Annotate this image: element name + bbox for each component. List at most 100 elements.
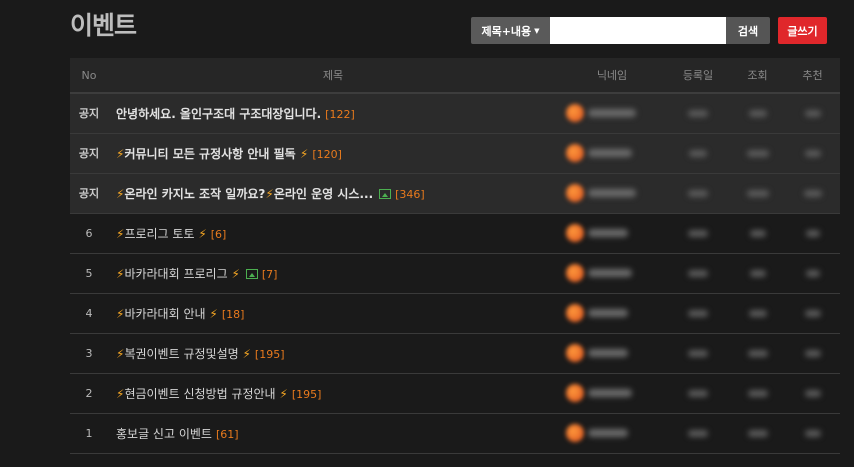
search-bar: 제목+내용 ▼ 검색	[471, 17, 770, 44]
nickname-cell[interactable]	[558, 373, 666, 414]
blurred-nickname	[588, 389, 632, 397]
comment-count[interactable]: [120]	[312, 148, 342, 161]
post-number: 공지	[70, 133, 108, 174]
post-link[interactable]: ⚡바카라대회 안내 ⚡	[116, 307, 218, 321]
chevron-down-icon: ▼	[534, 26, 540, 35]
nickname-cell[interactable]	[558, 413, 666, 454]
blurred-date	[688, 230, 708, 237]
blurred-nickname	[588, 309, 628, 317]
post-link[interactable]: ⚡바카라대회 프로리그 ⚡	[116, 267, 240, 281]
blurred-date	[688, 430, 708, 437]
blurred-views	[748, 110, 767, 118]
search-button[interactable]: 검색	[726, 17, 770, 44]
post-title: 바카라대회 프로리그	[124, 266, 228, 281]
image-attachment-icon	[379, 188, 392, 199]
avatar	[566, 424, 584, 442]
post-link[interactable]: ⚡프로리그 토토 ⚡	[116, 227, 207, 241]
comment-count[interactable]: [195]	[292, 388, 322, 401]
header-views: 조회	[730, 58, 785, 94]
post-title: 온라인 카지노 조작 일까요?	[124, 186, 266, 201]
views-cell	[730, 293, 785, 334]
post-number: 4	[70, 293, 108, 334]
recommend-cell	[785, 293, 840, 334]
blurred-recommend	[805, 230, 820, 237]
subject-cell: ⚡프로리그 토토 ⚡ [6]	[108, 213, 558, 254]
views-cell	[730, 413, 785, 454]
date-cell	[666, 373, 730, 414]
nickname-cell[interactable]	[558, 253, 666, 294]
header-no: No	[70, 58, 108, 94]
table-row: 6 ⚡프로리그 토토 ⚡ [6]	[70, 213, 840, 254]
post-number: 3	[70, 333, 108, 374]
comment-count[interactable]: [18]	[222, 308, 245, 321]
date-cell	[666, 333, 730, 374]
nickname-cell[interactable]	[558, 213, 666, 254]
blurred-nickname	[588, 149, 632, 157]
nickname-cell[interactable]	[558, 333, 666, 374]
recommend-cell	[785, 173, 840, 214]
table-header-row: No 제목 닉네임 등록일 조회 추천	[70, 58, 840, 94]
blurred-recommend	[804, 350, 821, 357]
comment-count[interactable]: [6]	[211, 228, 227, 241]
search-field-label: 제목+내용	[481, 24, 532, 38]
post-link[interactable]: ⚡온라인 카지노 조작 일까요?⚡온라인 운영 시스...	[116, 187, 373, 201]
post-number: 1	[70, 413, 108, 454]
table-row: 공지 안녕하세요. 올인구조대 구조대장입니다. [122]	[70, 93, 840, 134]
blurred-date	[688, 350, 708, 357]
comment-count[interactable]: [61]	[216, 428, 239, 441]
post-title: 바카라대회 안내	[124, 306, 206, 321]
comment-count[interactable]: [195]	[255, 348, 285, 361]
post-link[interactable]: 안녕하세요. 올인구조대 구조대장입니다.	[116, 107, 321, 121]
date-cell	[666, 213, 730, 254]
blurred-recommend	[804, 430, 821, 437]
blurred-recommend	[803, 190, 822, 197]
lightning-icon: ⚡	[198, 226, 207, 241]
subject-cell: 홍보글 신고 이벤트 [61]	[108, 413, 558, 454]
nickname-cell[interactable]	[558, 173, 666, 214]
nickname-cell[interactable]	[558, 133, 666, 174]
blurred-views	[748, 310, 767, 317]
blurred-views	[749, 270, 766, 277]
avatar	[566, 344, 584, 362]
recommend-cell	[785, 413, 840, 454]
blurred-recommend	[804, 110, 821, 118]
post-title: 커뮤니티 모든 규정사항 안내 필독	[124, 146, 296, 161]
post-link[interactable]: ⚡복권이벤트 규정및설명 ⚡	[116, 347, 251, 361]
write-post-button[interactable]: 글쓰기	[778, 17, 827, 44]
date-cell	[666, 93, 730, 134]
search-input[interactable]	[550, 17, 726, 44]
page-title: 이벤트	[70, 11, 137, 40]
post-title: 현금이벤트 신청방법 규정안내	[124, 386, 276, 401]
date-cell	[666, 413, 730, 454]
blurred-views	[747, 430, 768, 437]
post-title: 프로리그 토토	[124, 226, 195, 241]
views-cell	[730, 373, 785, 414]
search-field-select[interactable]: 제목+내용 ▼	[471, 17, 550, 44]
avatar	[566, 144, 584, 162]
blurred-recommend	[804, 150, 821, 157]
subject-cell: ⚡복권이벤트 규정및설명 ⚡ [195]	[108, 333, 558, 374]
header-recommend: 추천	[785, 58, 840, 94]
nickname-cell[interactable]	[558, 93, 666, 134]
blurred-date	[688, 390, 708, 397]
comment-count[interactable]: [7]	[262, 268, 278, 281]
blurred-views	[749, 230, 766, 237]
post-link[interactable]: ⚡커뮤니티 모든 규정사항 안내 필독 ⚡	[116, 147, 308, 161]
comment-count[interactable]: [122]	[325, 108, 355, 121]
table-row: 2 ⚡현금이벤트 신청방법 규정안내 ⚡ [195]	[70, 373, 840, 414]
post-link[interactable]: 홍보글 신고 이벤트	[116, 427, 212, 441]
post-title: 홍보글 신고 이벤트	[116, 426, 212, 441]
post-number: 2	[70, 373, 108, 414]
nickname-cell[interactable]	[558, 293, 666, 334]
avatar	[566, 104, 584, 123]
blurred-nickname	[588, 109, 636, 118]
table-row: 1 홍보글 신고 이벤트 [61]	[70, 413, 840, 454]
lightning-icon: ⚡	[299, 146, 309, 161]
recommend-cell	[785, 333, 840, 374]
date-cell	[666, 253, 730, 294]
table-row: 3 ⚡복권이벤트 규정및설명 ⚡ [195]	[70, 333, 840, 374]
post-link[interactable]: ⚡현금이벤트 신청방법 규정안내 ⚡	[116, 387, 288, 401]
recommend-cell	[785, 213, 840, 254]
subject-cell: ⚡커뮤니티 모든 규정사항 안내 필독 ⚡ [120]	[108, 133, 558, 174]
comment-count[interactable]: [346]	[395, 188, 425, 201]
